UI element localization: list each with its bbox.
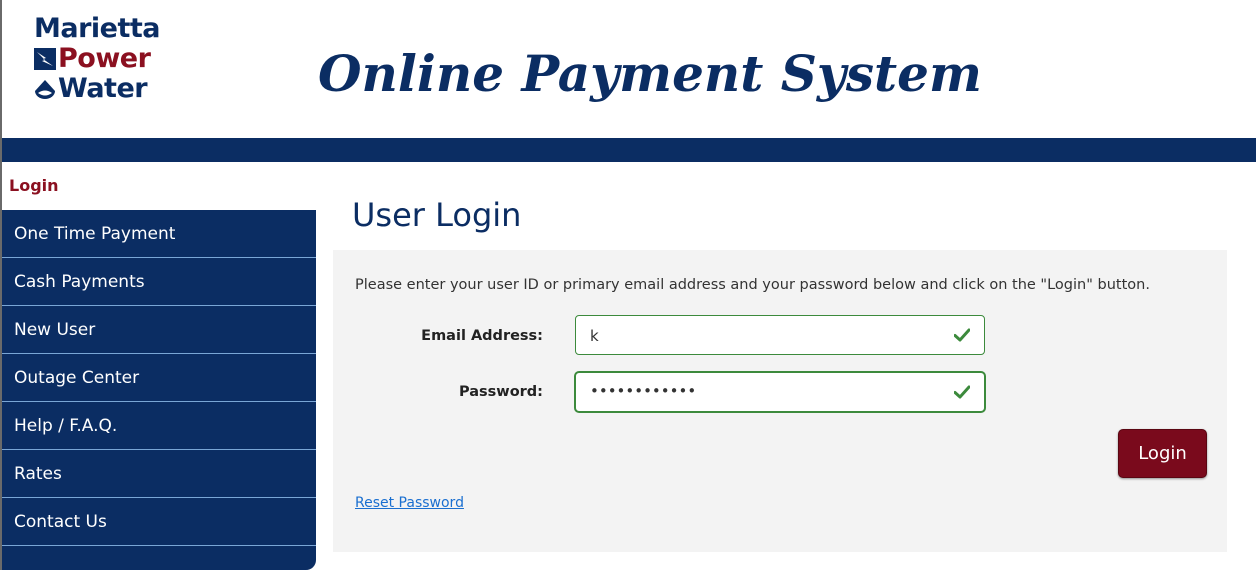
reset-password-link[interactable]: Reset Password <box>355 495 464 511</box>
email-label: Email Address: <box>421 328 543 344</box>
sidebar: Login One Time Payment Cash Payments New… <box>2 162 316 570</box>
check-icon <box>954 328 970 342</box>
sidebar-item-cash-payments[interactable]: Cash Payments <box>2 258 316 306</box>
logo-line-water: Water <box>34 74 174 104</box>
sidebar-item-outage-center[interactable]: Outage Center <box>2 354 316 402</box>
password-field[interactable]: •••••••••••• <box>575 372 985 412</box>
login-panel: Please enter your user ID or primary ema… <box>333 250 1227 552</box>
login-instructions: Please enter your user ID or primary ema… <box>355 277 1150 293</box>
sidebar-item-new-user[interactable]: New User <box>2 306 316 354</box>
logo-power-text: Power <box>58 43 151 74</box>
sidebar-item-one-time-payment[interactable]: One Time Payment <box>2 210 316 258</box>
lightning-icon <box>34 48 56 70</box>
password-value: •••••••••••• <box>590 382 697 400</box>
site-title: Online Payment System <box>318 44 982 103</box>
marietta-power-water-logo[interactable]: Marietta Power Water <box>34 14 174 134</box>
header-bar <box>2 138 1256 162</box>
logo-line-power: Power <box>34 44 174 74</box>
sidebar-menu: One Time Payment Cash Payments New User … <box>2 210 316 570</box>
login-button[interactable]: Login <box>1118 429 1207 478</box>
sidebar-item-rates[interactable]: Rates <box>2 450 316 498</box>
sidebar-item-login[interactable]: Login <box>2 162 316 210</box>
check-icon <box>954 385 970 399</box>
password-label: Password: <box>459 384 543 400</box>
page-title: User Login <box>352 196 522 234</box>
email-value: k <box>590 327 599 345</box>
email-field[interactable]: k <box>575 315 985 355</box>
sidebar-item-contact-us[interactable]: Contact Us <box>2 498 316 546</box>
logo-water-text: Water <box>58 73 148 104</box>
header: Marietta Power Water Online Payment Syst… <box>2 0 1256 138</box>
water-drop-icon <box>35 80 55 99</box>
logo-line-marietta: Marietta <box>34 13 161 44</box>
sidebar-item-help-faq[interactable]: Help / F.A.Q. <box>2 402 316 450</box>
